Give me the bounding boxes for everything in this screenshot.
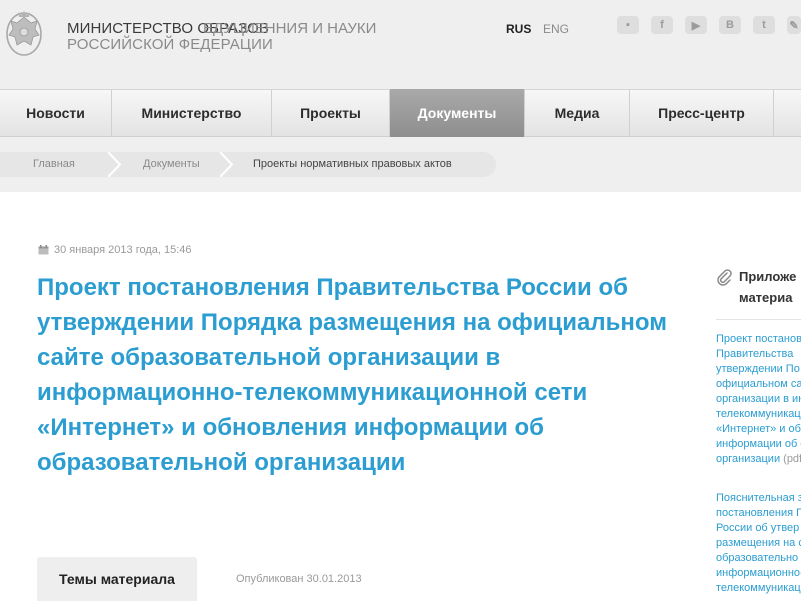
attachment-line: «Интернет» и об [716,423,801,435]
breadcrumb-separator-icon [220,152,234,177]
attachment-line: организации в ин [716,393,801,405]
language-rus[interactable]: RUS [506,22,531,36]
attachment-line: Правительства [716,348,794,360]
attachment-line: телекоммуникац [716,408,801,420]
nav-item-ministry[interactable]: Министерство [112,90,272,136]
nav-item-documents[interactable]: Документы [390,89,525,137]
tab-topics[interactable]: Темы материала [37,557,197,601]
attachment-line-text: организации [716,453,781,465]
youtube-icon[interactable]: ▶ [685,16,707,34]
attachments-heading: Приложе материа [716,266,801,308]
attachment-line: Проект постанов [716,333,801,345]
nav-item-projects[interactable]: Проекты [272,90,390,136]
ministry-name-overlay: ЕДУЦИЕННИЯ И НАУКИ [203,20,377,37]
breadcrumb-documents[interactable]: Документы [143,152,200,177]
nav-item-press-center[interactable]: Пресс-центр [630,90,774,136]
facebook-icon[interactable]: f [651,16,673,34]
nav-item-media[interactable]: Медиа [525,90,630,136]
attachment-line: Пояснительная з [716,492,801,504]
article-title: Проект постановления Правительства Росси… [37,274,667,476]
attachment-line: постановления П [716,507,801,519]
livejournal-icon[interactable]: ✎ [787,16,801,34]
file-type-label: (pdf [780,453,801,465]
attachment-line: информации об с [716,438,801,450]
attachment-line: России об утвер [716,522,800,534]
main-nav: Новости Министерство Проекты Документы М… [0,89,801,137]
nav-item-news[interactable]: Новости [0,90,112,136]
breadcrumb-separator-icon [108,152,122,177]
published-date: Опубликован 30.01.2013 [236,573,362,585]
speech-bubble-icon[interactable]: ▪ [617,16,639,34]
breadcrumb-home[interactable]: Главная [33,152,75,177]
attachment-line: организации (pdf [716,452,801,467]
breadcrumb: Главная Документы Проекты нормативных пр… [0,152,496,177]
article-date-text: 30 января 2013 года, 15:46 [54,244,192,256]
attachment-line: официальном са [716,378,801,390]
breadcrumb-current: Проекты нормативных правовых актов [253,158,452,170]
attachments-heading-line2: материа [739,290,793,305]
calendar-icon [38,245,49,255]
attachment-line: утверждении По [716,363,800,375]
coat-of-arms-logo[interactable] [3,5,45,59]
sidebar-divider [716,319,801,320]
attachment-line: размещения на с [716,537,801,549]
vkontakte-icon[interactable]: B [719,16,741,34]
ministry-name-line2: РОССИЙСКОЙ ФЕДЕРАЦИИ [67,36,273,53]
tumblr-icon[interactable]: t [753,16,775,34]
attachment-line: информационно- [716,567,801,579]
attachment-line: образовательно [716,552,799,564]
paperclip-icon [717,269,732,286]
attachment-link-explanatory-note[interactable]: Пояснительная з постановления П России о… [716,491,801,596]
attachment-line: телекоммуникац [716,582,801,594]
language-eng[interactable]: ENG [543,22,569,36]
article-date: 30 января 2013 года, 15:46 [38,243,192,257]
attachment-link-draft-resolution[interactable]: Проект постанов Правительства утверждени… [716,332,801,467]
